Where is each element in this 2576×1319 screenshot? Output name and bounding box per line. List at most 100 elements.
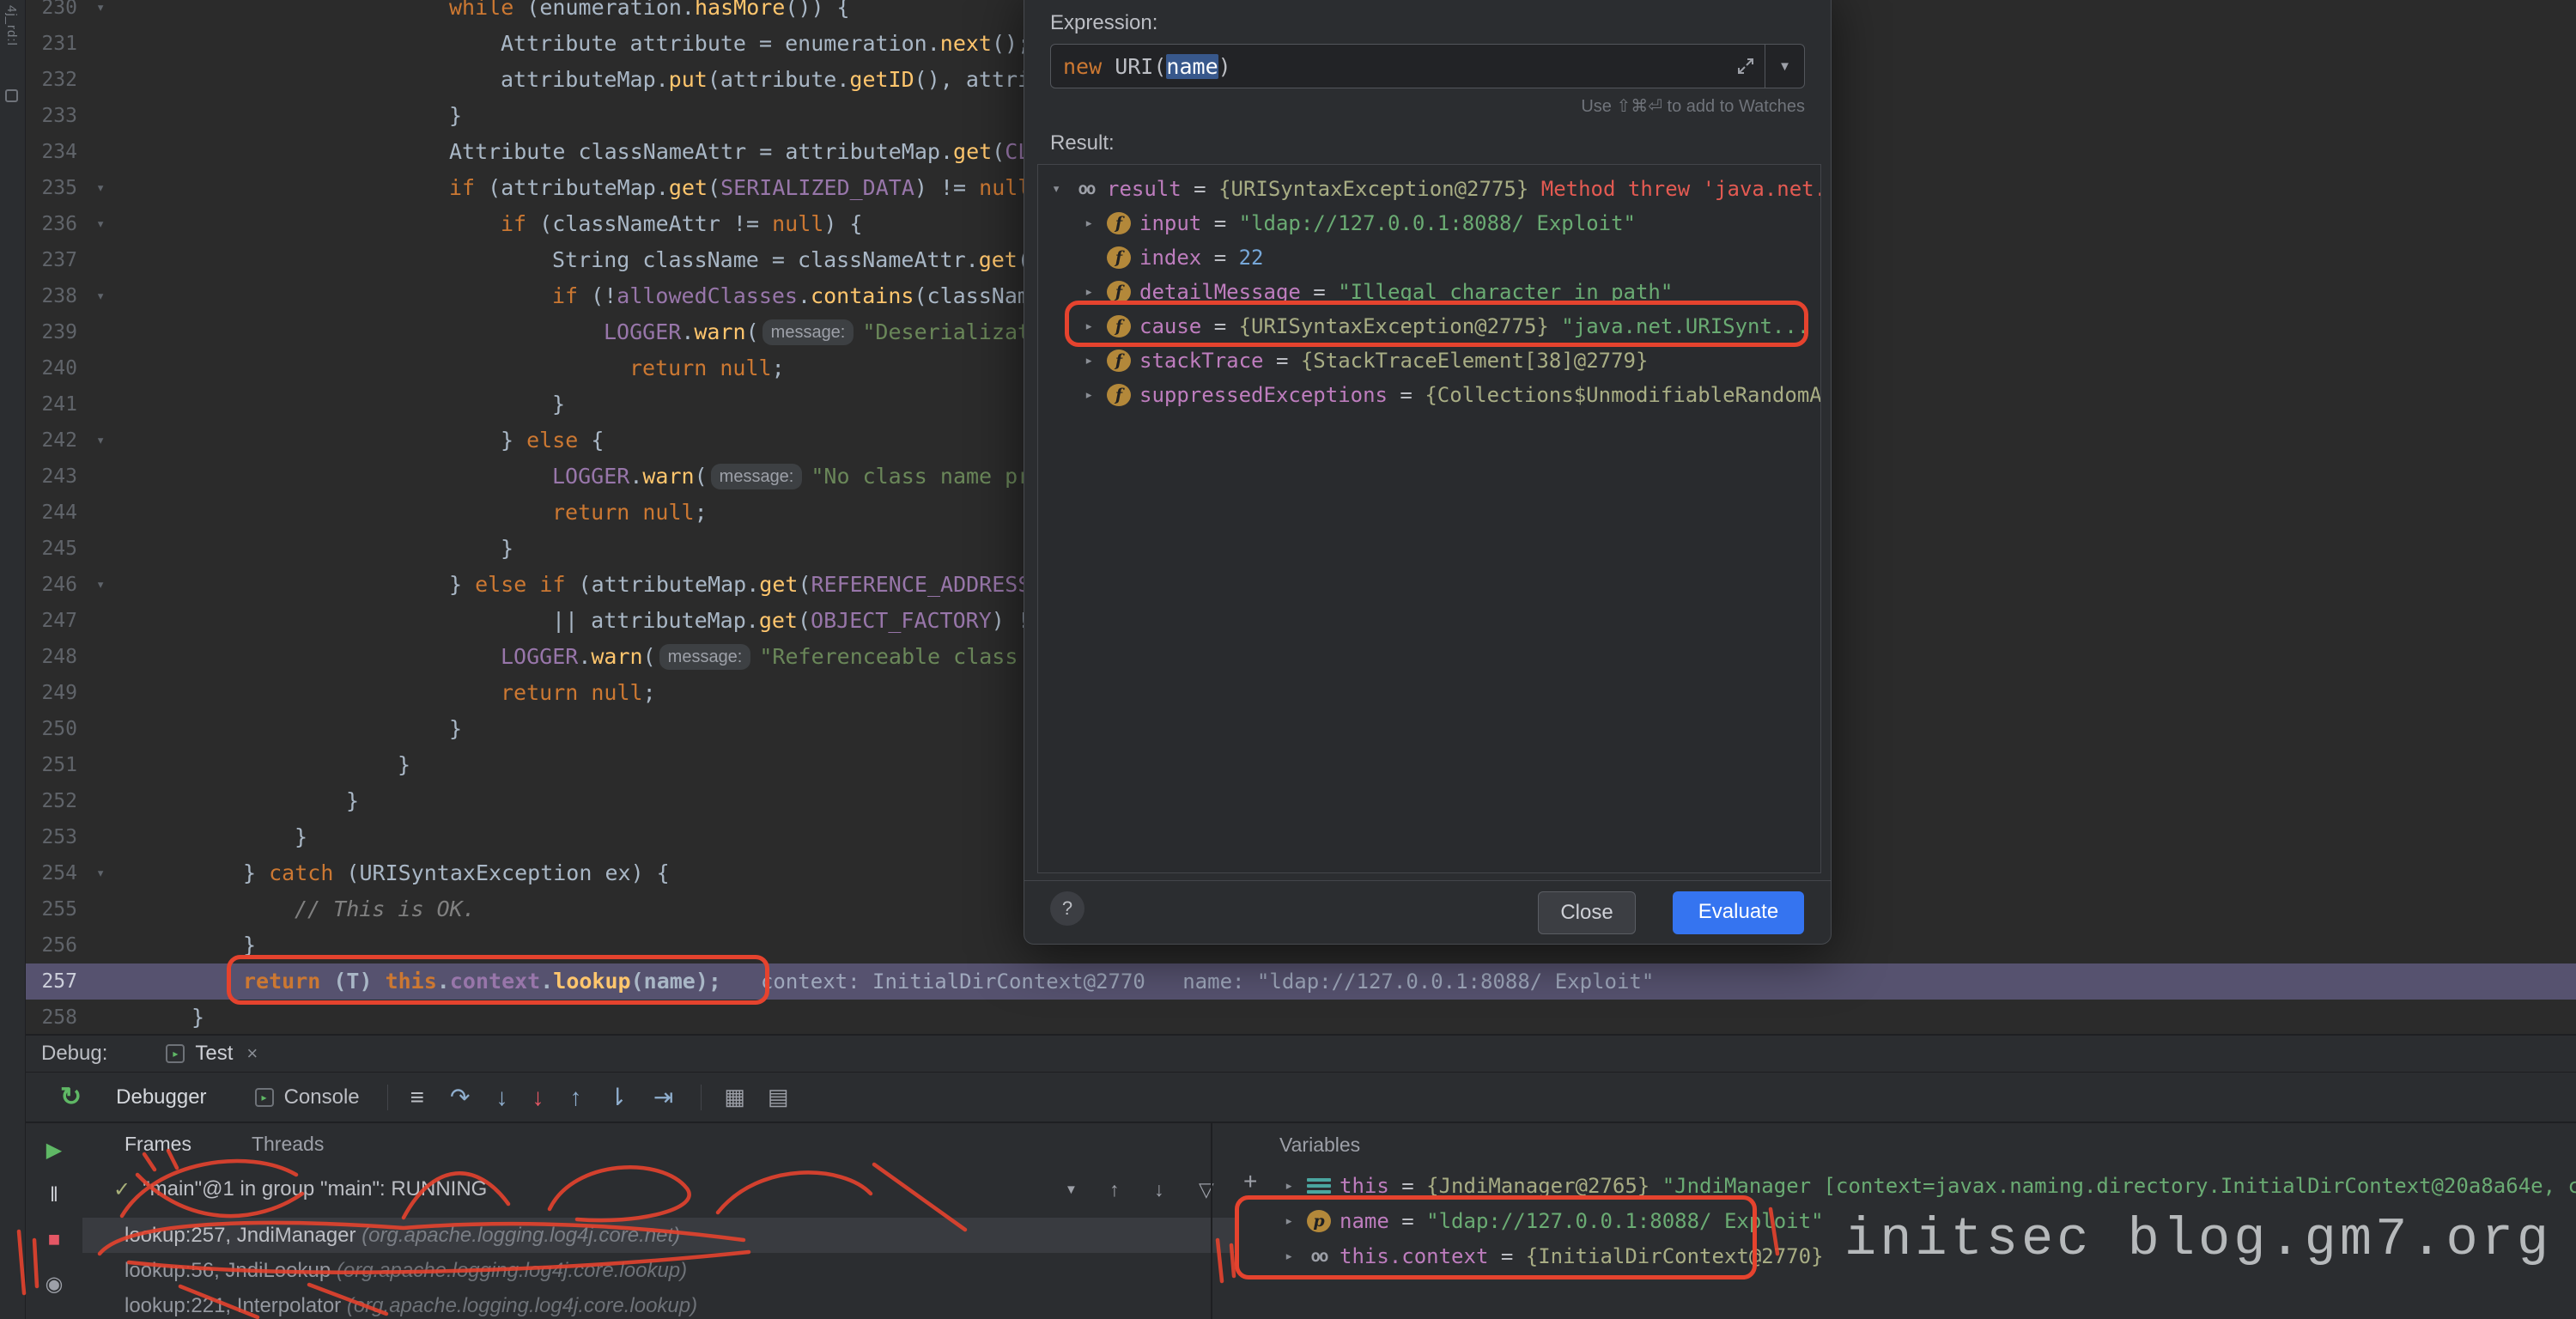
tool-window-label[interactable]: 4j_rd:l (0, 0, 19, 46)
drop-frame-icon[interactable]: ⇂ (607, 1083, 627, 1111)
tree-chevron-icon[interactable]: ▸ (1285, 1248, 1307, 1265)
fold-marker[interactable]: ▾ (77, 170, 140, 206)
thread-dropdown-icon[interactable]: ▼ (1065, 1182, 1078, 1197)
line-number[interactable]: 233 (26, 98, 77, 134)
token: "JndiManager [context=javax.naming.direc… (1662, 1174, 2576, 1198)
fold-marker[interactable]: ▾ (77, 422, 140, 459)
step-over-icon[interactable]: ↷ (450, 1083, 470, 1111)
step-out-icon[interactable]: ↑ (569, 1084, 581, 1111)
pause-icon[interactable]: ‖ (50, 1178, 58, 1213)
result-tree-row[interactable]: ▸fcause = {URISyntaxException@2775} "jav… (1038, 309, 1820, 343)
line-number[interactable]: 249 (26, 675, 77, 711)
restore-layout-icon[interactable]: ▤ (768, 1084, 789, 1110)
variable-row[interactable]: ▸this = {JndiManager@2765} "JndiManager … (1212, 1168, 2576, 1203)
evaluate-button[interactable]: Evaluate (1673, 891, 1804, 934)
fold-marker[interactable]: ▾ (77, 0, 140, 26)
line-number[interactable]: 247 (26, 603, 77, 639)
line-number[interactable]: 236 (26, 206, 77, 242)
result-tree-row[interactable]: ▸fdetailMessage = "Illegal character in … (1038, 275, 1820, 309)
fold-marker[interactable]: ▾ (77, 567, 140, 603)
result-tree-row[interactable]: ▾ooresult = {URISyntaxException@2775} Me… (1038, 172, 1820, 206)
line-number[interactable]: 231 (26, 26, 77, 62)
line-number[interactable]: 242 (26, 422, 77, 459)
line-number[interactable]: 237 (26, 242, 77, 278)
next-frame-icon[interactable]: ↓ (1154, 1178, 1164, 1201)
prev-frame-icon[interactable]: ↑ (1109, 1178, 1120, 1201)
line-number[interactable]: 253 (26, 819, 77, 855)
close-button[interactable]: Close (1538, 891, 1636, 934)
result-tree-row[interactable]: ▸finput = "ldap://127.0.0.1:8088/ Exploi… (1038, 206, 1820, 240)
result-tree-row[interactable]: findex = 22 (1038, 240, 1820, 275)
force-step-into-icon[interactable]: ↓ (532, 1084, 544, 1111)
line-number[interactable]: 245 (26, 531, 77, 567)
line-number[interactable]: 243 (26, 459, 77, 495)
line-number[interactable]: 255 (26, 891, 77, 927)
tab-debugger[interactable]: Debugger (116, 1085, 206, 1109)
run-to-cursor-icon[interactable]: ⇥ (653, 1083, 673, 1111)
view-breakpoints-icon[interactable]: ◉ (46, 1267, 64, 1302)
code-line[interactable]: 257return (T) this.context.lookup(name);… (26, 963, 2576, 1000)
tree-chevron-icon[interactable]: ▸ (1084, 318, 1107, 335)
tree-chevron-icon[interactable]: ▸ (1285, 1177, 1307, 1194)
result-tree[interactable]: ▾ooresult = {URISyntaxException@2775} Me… (1037, 164, 1821, 873)
fold-marker[interactable]: ▾ (77, 206, 140, 242)
frame-row[interactable]: lookup:221, Interpolator (org.apache.log… (82, 1288, 1236, 1319)
line-number[interactable]: 232 (26, 62, 77, 98)
layout-menu-icon[interactable]: ≡ (410, 1084, 424, 1111)
resume-icon[interactable]: ▶ (46, 1134, 62, 1168)
token: (attribute. (708, 67, 850, 92)
line-number[interactable]: 240 (26, 350, 77, 386)
line-number[interactable]: 238 (26, 278, 77, 314)
help-button[interactable]: ? (1050, 891, 1084, 926)
line-number[interactable]: 250 (26, 711, 77, 747)
step-into-icon[interactable]: ↓ (495, 1084, 507, 1111)
tool-window-icon[interactable] (5, 89, 18, 102)
code-line[interactable]: 258} (26, 1000, 2576, 1034)
view-options-icon[interactable]: ▦ (724, 1084, 745, 1110)
stop-icon[interactable]: ■ (48, 1223, 61, 1257)
thread-selector[interactable]: ✓ "main"@1 in group "main": RUNNING ▼ ↑ … (82, 1164, 1236, 1214)
token: {InitialDirContext@2770} (1526, 1244, 1824, 1268)
result-tree-row[interactable]: ▸fstackTrace = {StackTraceElement[38]@27… (1038, 343, 1820, 378)
code-text: } else if (attributeMap.get(REFERENCE_AD… (140, 567, 1147, 603)
expression-input[interactable]: new URI(name) ▼ (1050, 44, 1805, 88)
rerun-debug-icon[interactable]: ↻ (60, 1082, 82, 1112)
frame-row[interactable]: lookup:56, JndiLookup (org.apache.loggin… (82, 1253, 1236, 1288)
fold-marker[interactable]: ▾ (77, 855, 140, 891)
token: cause (1139, 314, 1201, 338)
tab-console[interactable]: ▸ Console (255, 1085, 360, 1109)
tab-test[interactable]: ▸ Test × (166, 1042, 258, 1066)
expression-history-dropdown[interactable]: ▼ (1765, 45, 1804, 88)
line-number[interactable]: 244 (26, 495, 77, 531)
tree-chevron-icon[interactable]: ▸ (1084, 215, 1107, 232)
line-number[interactable]: 235 (26, 170, 77, 206)
line-number[interactable]: 254 (26, 855, 77, 891)
close-tab-icon[interactable]: × (246, 1042, 258, 1065)
line-number[interactable]: 251 (26, 747, 77, 783)
expand-editor-icon[interactable] (1727, 56, 1765, 76)
line-number[interactable]: 252 (26, 783, 77, 819)
fold-marker[interactable]: ▾ (77, 278, 140, 314)
line-number[interactable]: 230 (26, 0, 77, 26)
tab-threads[interactable]: Threads (252, 1133, 324, 1156)
evaluate-expression-dialog[interactable]: Expression: new URI(name) ▼ Use ⇧⌘⏎ to a… (1024, 0, 1832, 945)
tree-chevron-icon[interactable]: ▸ (1084, 352, 1107, 369)
tree-chevron-icon[interactable]: ▸ (1285, 1213, 1307, 1230)
line-number[interactable]: 234 (26, 134, 77, 170)
tree-chevron-icon[interactable]: ▸ (1084, 386, 1107, 404)
line-number[interactable]: 246 (26, 567, 77, 603)
line-number[interactable]: 239 (26, 314, 77, 350)
tree-chevron-icon[interactable]: ▾ (1052, 180, 1074, 198)
tree-chevron-icon[interactable]: ▸ (1084, 283, 1107, 301)
expression-text[interactable]: new URI(name) (1051, 54, 1727, 79)
result-tree-row[interactable]: ▸fsuppressedExceptions = {Collections$Un… (1038, 378, 1820, 412)
line-number[interactable]: 257 (26, 963, 77, 1000)
line-number[interactable]: 241 (26, 386, 77, 422)
frame-row[interactable]: lookup:257, JndiManager (org.apache.logg… (82, 1218, 1236, 1253)
tab-frames[interactable]: Frames (125, 1133, 191, 1156)
frame-package: (org.apache.logging.log4j.core.net) (361, 1224, 680, 1247)
line-number[interactable]: 248 (26, 639, 77, 675)
line-number[interactable]: 258 (26, 1000, 77, 1034)
token: REFERENCE_ADDRESS (811, 572, 1031, 597)
line-number[interactable]: 256 (26, 927, 77, 963)
